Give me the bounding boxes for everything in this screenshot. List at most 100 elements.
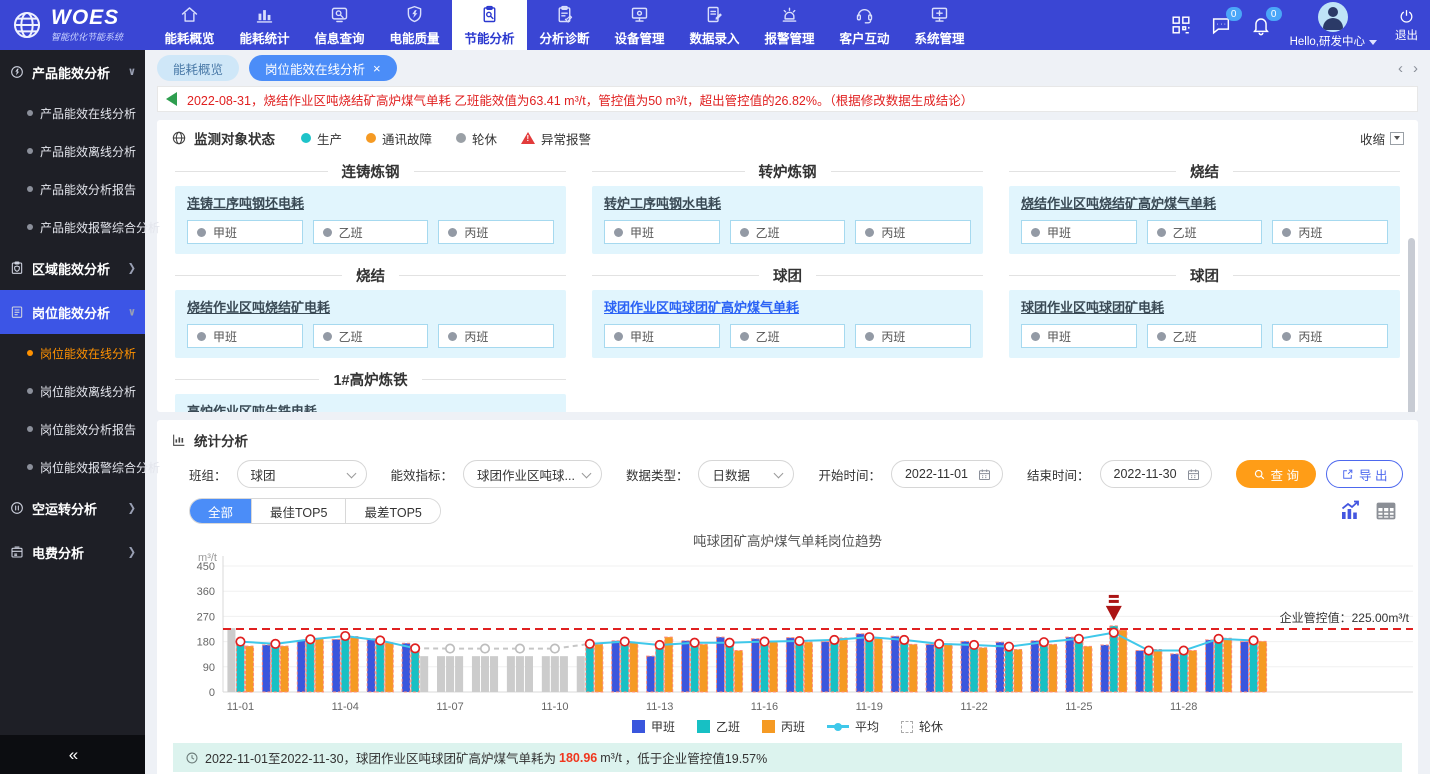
top-bar: WOES 智能优化节能系统 能耗概览能耗统计信息查询电能质量节能分析分析诊断设备… [0,0,1430,50]
nav-item-saving[interactable]: 节能分析 [452,0,527,50]
sidebar-item[interactable]: 产品能效分析∨ [0,50,145,94]
shift-button[interactable]: 甲班 [187,324,303,348]
shift-button[interactable]: 甲班 [604,324,720,348]
card-title-link[interactable]: 高炉作业区吨生铁电耗 [187,401,317,412]
chart-area: 090180270360450m³/t11-0111-0411-0711-101… [171,550,1404,718]
shift-button[interactable]: 甲班 [1021,220,1137,244]
qr-code-icon[interactable] [1170,14,1192,36]
nav-item-entry[interactable]: 数据录入 [677,0,752,50]
chevron-down-icon [582,469,592,479]
summary-bar: 2022-11-01至2022-11-30，球团作业区吨球团矿高炉煤气单耗为18… [173,743,1402,772]
sidebar-item[interactable]: 空运转分析❯ [0,486,145,530]
export-button[interactable]: 导 出 [1326,460,1402,488]
monitor-group: 球团球团作业区吨球团矿电耗甲班乙班丙班 [1009,260,1400,358]
shift-button[interactable]: 丙班 [438,220,554,244]
sidebar-item[interactable]: 区域能效分析❯ [0,246,145,290]
tab-scroll-left[interactable]: ‹ [1398,60,1403,77]
shift-button[interactable]: 甲班 [1021,324,1137,348]
legend-item-轮休[interactable]: 轮休 [901,718,943,735]
legend-item-丙班[interactable]: 丙班 [762,718,805,735]
shift-button[interactable]: 乙班 [1147,324,1263,348]
status-legend-item: 生产 [301,129,342,148]
tab-scroll-right[interactable]: › [1413,60,1418,77]
sidebar-subitem[interactable]: 产品能效分析报告 [0,170,145,208]
collapse-toggle[interactable]: 收缩 [1360,129,1404,148]
idle-icon [9,500,25,516]
shift-button[interactable]: 乙班 [1147,220,1263,244]
shift-button[interactable]: 甲班 [604,220,720,244]
sidebar-subitem[interactable]: 岗位能效分析报告 [0,410,145,448]
svg-text:0: 0 [209,687,215,699]
shift-button[interactable]: 丙班 [1272,220,1388,244]
shift-button[interactable]: 乙班 [313,324,429,348]
shift-button[interactable]: 丙班 [1272,324,1388,348]
svg-text:90: 90 [203,662,215,674]
segment-全部[interactable]: 全部 [190,499,251,523]
tab-close-icon[interactable]: × [373,62,381,75]
shift-button[interactable]: 乙班 [313,220,429,244]
alert-text: 2022-08-31，烧结作业区吨烧结矿高炉煤气单耗 乙班能效值为63.41 m… [187,90,973,109]
chart-view-icon[interactable] [1338,499,1362,523]
sidebar-subitem[interactable]: 岗位能效在线分析 [0,334,145,372]
clock-icon [185,751,199,765]
sidebar-subitem[interactable]: 岗位能效报警综合分析 [0,448,145,486]
nav-item-query[interactable]: 信息查询 [302,0,377,50]
legend-item-乙班[interactable]: 乙班 [697,718,740,735]
tab-active[interactable]: 岗位能效在线分析× [249,55,397,81]
nav-item-quality[interactable]: 电能质量 [377,0,452,50]
shift-button[interactable]: 乙班 [730,220,846,244]
indicator-select[interactable]: 球团作业区吨球... [463,460,602,488]
card-title-link[interactable]: 烧结作业区吨烧结矿高炉煤气单耗 [1021,193,1216,212]
nav-item-customer[interactable]: 客户互动 [827,0,902,50]
message-icon[interactable]: 0 [1210,14,1232,36]
sidebar-item-label: 区域能效分析 [32,259,110,278]
sidebar-subitem[interactable]: 产品能效报警综合分析 [0,208,145,246]
nav-item-home[interactable]: 能耗概览 [152,0,227,50]
bell-icon[interactable]: 0 [1250,14,1272,36]
user-menu[interactable]: Hello,研发中心 [1290,2,1377,49]
shift-button[interactable]: 丙班 [855,324,971,348]
legend-item-平均[interactable]: 平均 [827,718,879,735]
shift-button[interactable]: 丙班 [438,324,554,348]
nav-item-device[interactable]: 设备管理 [602,0,677,50]
segment-最差TOP5[interactable]: 最差TOP5 [345,499,439,523]
card-title-link[interactable]: 球团作业区吨球团矿电耗 [1021,297,1164,316]
sidebar-item[interactable]: 岗位能效分析∨ [0,290,145,334]
end-date-input[interactable]: 2022-11-30 [1100,460,1212,488]
sidebar-item-label: 空运转分析 [32,499,97,518]
system-icon [929,4,950,25]
start-date-input[interactable]: 2022-11-01 [891,460,1003,488]
sidebar-collapse-button[interactable]: « [0,735,145,774]
group-select[interactable]: 球团 [237,460,367,488]
summary-value: 180.96 [559,751,597,765]
query-button[interactable]: 查 询 [1236,460,1316,488]
logout-button[interactable]: 退出 [1395,8,1418,43]
datatype-select[interactable]: 日数据 [698,460,794,488]
segment-最佳TOP5[interactable]: 最佳TOP5 [251,499,345,523]
bullet-icon [27,110,33,116]
shift-button[interactable]: 乙班 [730,324,846,348]
sidebar-subitem[interactable]: 产品能效在线分析 [0,94,145,132]
sidebar-subitem[interactable]: 岗位能效离线分析 [0,372,145,410]
monitor-card: 高炉作业区吨生铁电耗甲班乙班丙班 [175,394,566,412]
monitor-scrollbar[interactable] [1408,238,1415,412]
nav-item-alarm[interactable]: 报警管理 [752,0,827,50]
saving-icon [479,4,500,25]
status-legend-item: 通讯故障 [366,129,432,148]
sidebar-subitem[interactable]: 产品能效离线分析 [0,132,145,170]
card-title-link[interactable]: 连铸工序吨钢坯电耗 [187,193,304,212]
legend-rest-icon [901,721,913,733]
table-view-icon[interactable] [1374,499,1398,523]
status-dot-icon [366,133,376,143]
shift-button[interactable]: 甲班 [187,220,303,244]
tab-inactive[interactable]: 能耗概览 [157,55,239,81]
sidebar-item[interactable]: 电费分析❯ [0,530,145,574]
legend-item-甲班[interactable]: 甲班 [632,718,675,735]
nav-item-diagnosis[interactable]: 分析诊断 [527,0,602,50]
nav-item-system[interactable]: 系统管理 [902,0,977,50]
card-title-link[interactable]: 转炉工序吨钢水电耗 [604,193,721,212]
nav-item-stat[interactable]: 能耗统计 [227,0,302,50]
card-title-link[interactable]: 烧结作业区吨烧结矿电耗 [187,297,330,316]
card-title-link[interactable]: 球团作业区吨球团矿高炉煤气单耗 [604,297,799,316]
shift-button[interactable]: 丙班 [855,220,971,244]
